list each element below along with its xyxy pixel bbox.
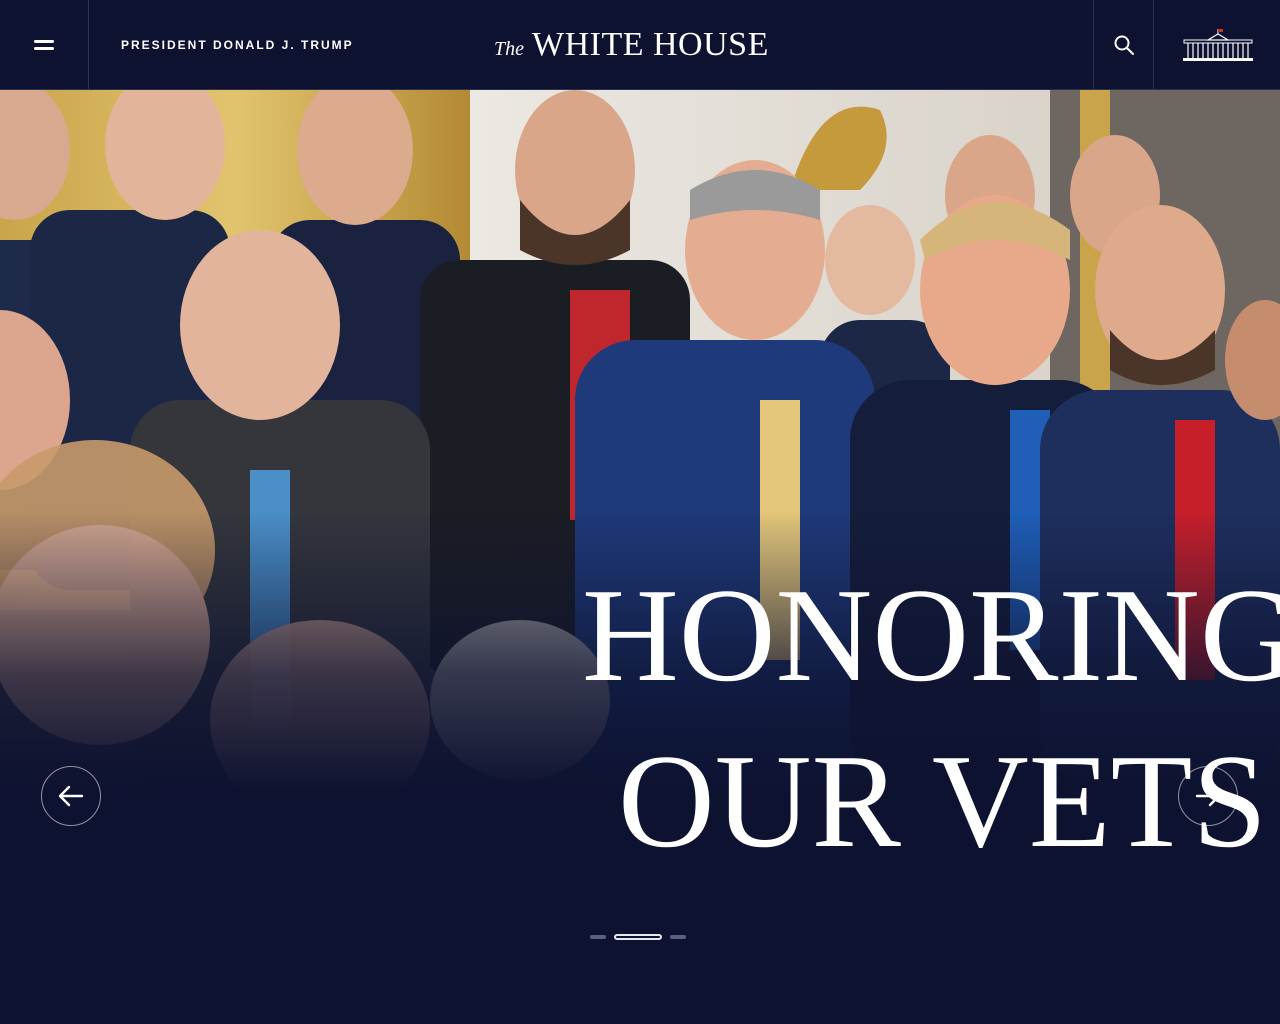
previous-slide-button[interactable]	[41, 766, 101, 826]
hero-carousel: HONORING OUR VETS	[0, 90, 1280, 1024]
headline-line-1: HONORING	[582, 561, 1280, 709]
slide-dot-3[interactable]	[670, 935, 686, 939]
menu-button[interactable]	[0, 0, 89, 89]
carousel-pagination	[590, 934, 686, 940]
arrow-left-icon	[58, 785, 84, 807]
search-icon	[1114, 35, 1134, 55]
next-slide-button[interactable]	[1178, 766, 1238, 826]
search-button[interactable]	[1093, 0, 1154, 89]
white-house-building-icon	[1182, 28, 1253, 61]
logo-prefix: The	[494, 38, 524, 60]
hero-headline: HONORING OUR VETS	[582, 552, 1280, 884]
site-header: PRESIDENT DONALD J. TRUMP The WHITE HOUS…	[0, 0, 1280, 90]
white-house-emblem[interactable]	[1153, 0, 1280, 89]
site-logo[interactable]: The WHITE HOUSE	[494, 26, 794, 66]
logo-title: WHITE HOUSE	[532, 26, 769, 63]
headline-line-2: OUR VETS	[618, 727, 1267, 875]
slide-dot-1[interactable]	[590, 935, 606, 939]
president-link[interactable]: PRESIDENT DONALD J. TRUMP	[121, 38, 354, 52]
arrow-right-icon	[1195, 785, 1221, 807]
slide-dot-2-active[interactable]	[614, 934, 662, 940]
hamburger-menu-icon	[34, 39, 54, 50]
